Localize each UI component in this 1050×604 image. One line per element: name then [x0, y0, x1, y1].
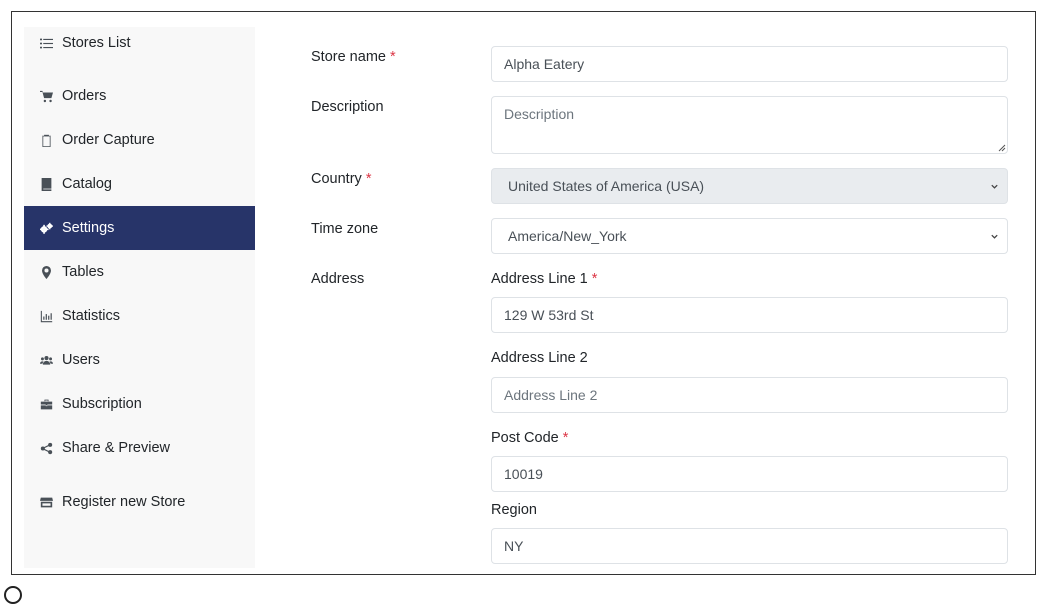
sidebar-item-label: Users: [62, 352, 100, 368]
post-code-label: Post Code *: [491, 430, 569, 446]
country-select[interactable]: United States of America (USA): [491, 168, 1008, 204]
address-line2-input[interactable]: [491, 377, 1008, 413]
sidebar-item-settings[interactable]: Settings: [24, 206, 255, 250]
timezone-label: Time zone: [311, 221, 379, 237]
book-icon: [39, 177, 53, 191]
sidebar-item-label: Order Capture: [62, 132, 155, 148]
store-icon: [39, 495, 53, 509]
sidebar-item-label: Statistics: [62, 308, 121, 324]
address-line1-label: Address Line 1 *: [491, 271, 598, 287]
timezone-select[interactable]: America/New_York: [491, 218, 1008, 254]
list-icon: [39, 36, 53, 50]
address-line1-input[interactable]: [491, 297, 1008, 333]
country-label: Country *: [311, 171, 372, 187]
required-asterisk: *: [390, 49, 396, 65]
country-select-value: United States of America (USA): [508, 178, 705, 194]
share-icon: [39, 441, 53, 455]
sidebar-item-label: Tables: [62, 264, 104, 280]
chevron-down-icon: [991, 234, 998, 239]
sidebar-item-label: Subscription: [62, 396, 142, 412]
post-code-input[interactable]: [491, 456, 1008, 492]
store-name-label: Store name *: [311, 49, 396, 65]
users-icon: [39, 353, 53, 367]
region-label: Region: [491, 502, 537, 518]
description-textarea[interactable]: [491, 96, 1008, 154]
sidebar-item-label: Settings: [62, 220, 115, 236]
cart-icon: [39, 89, 53, 103]
sidebar-item-label: Orders: [62, 88, 107, 104]
resize-handle-icon[interactable]: [998, 144, 1006, 152]
required-asterisk: *: [591, 271, 598, 287]
chevron-down-icon: [991, 184, 998, 189]
address-line2-label: Address Line 2: [491, 350, 588, 366]
store-name-input[interactable]: [491, 46, 1008, 82]
circle-indicator: [4, 586, 22, 604]
sidebar-item-orders[interactable]: Orders: [24, 74, 255, 118]
sidebar-item-statistics[interactable]: Statistics: [24, 294, 255, 338]
sidebar-item-tables[interactable]: Tables: [24, 250, 255, 294]
sidebar-item-share-preview[interactable]: Share & Preview: [24, 426, 255, 470]
region-input[interactable]: [491, 528, 1008, 564]
sidebar-item-label: Register new Store: [62, 494, 186, 510]
sidebar-item-users[interactable]: Users: [24, 338, 255, 382]
clipboard-icon: [39, 133, 53, 147]
sidebar-item-label: Share & Preview: [62, 440, 170, 456]
sidebar-item-label: Stores List: [62, 35, 131, 51]
sidebar-item-order-capture[interactable]: Order Capture: [24, 118, 255, 162]
timezone-select-value: America/New_York: [508, 228, 627, 244]
bar-chart-icon: [39, 309, 53, 323]
map-marker-icon: [39, 265, 53, 279]
description-wrapper: [491, 96, 1008, 154]
sidebar-item-catalog[interactable]: Catalog: [24, 162, 255, 206]
cogs-icon: [39, 221, 53, 235]
required-asterisk: *: [365, 171, 372, 187]
sidebar-item-register-new-store[interactable]: Register new Store: [24, 480, 255, 524]
description-label: Description: [311, 99, 384, 115]
sidebar-item-label: Catalog: [62, 176, 112, 192]
sidebar-item-stores-list[interactable]: Stores List: [24, 21, 255, 65]
address-label: Address: [311, 271, 365, 287]
required-asterisk: *: [562, 430, 569, 446]
briefcase-icon: [39, 397, 53, 411]
sidebar-nav: Stores List Orders Order Capture Catalog…: [24, 27, 255, 568]
sidebar-item-subscription[interactable]: Subscription: [24, 382, 255, 426]
